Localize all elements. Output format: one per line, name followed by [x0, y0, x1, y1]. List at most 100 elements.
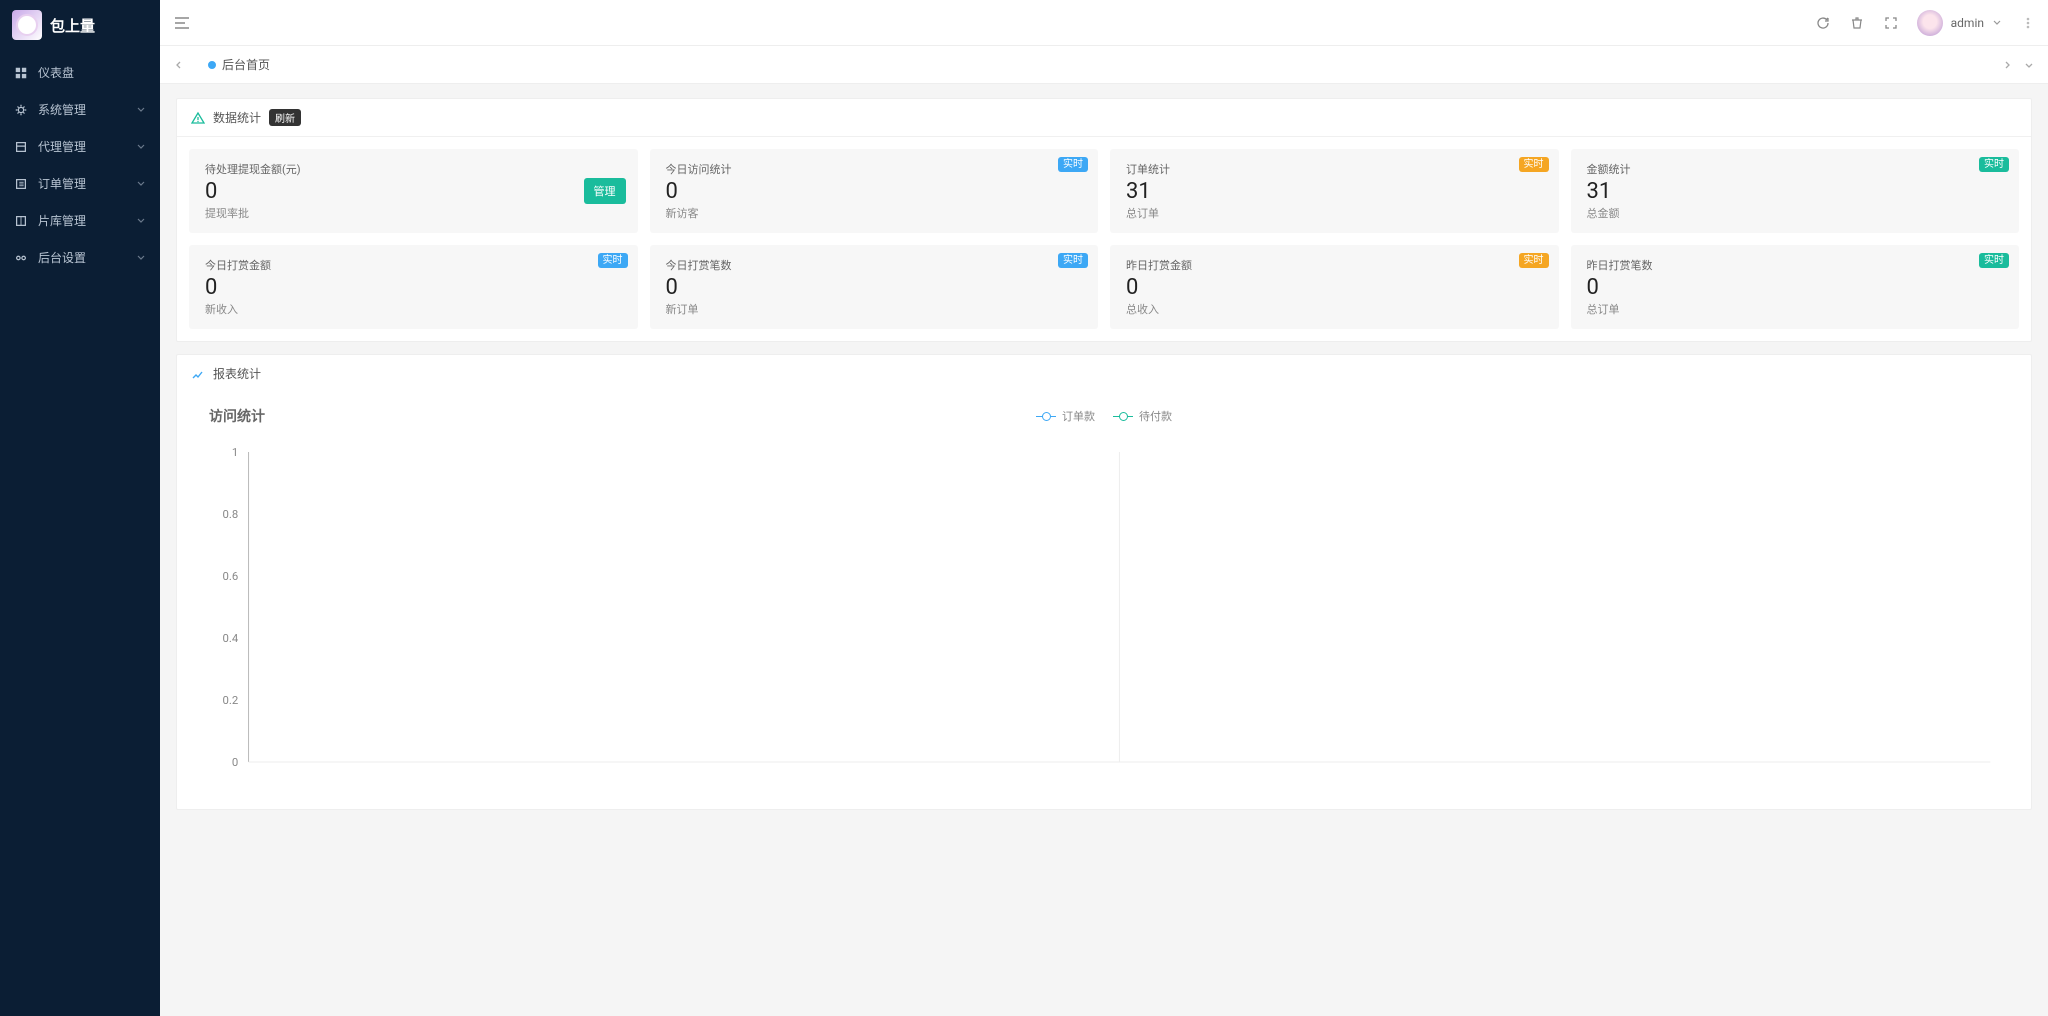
sidebar-item-system[interactable]: 系统管理 — [0, 91, 160, 128]
panel-title: 数据统计 — [213, 109, 261, 126]
tab-prev-icon[interactable] — [168, 54, 190, 76]
chart-title: 访问统计 — [193, 406, 265, 426]
refresh-button[interactable]: 刷新 — [269, 109, 301, 126]
sidebar-item-dashboard[interactable]: 仪表盘 — [0, 54, 160, 91]
legend-label: 待付款 — [1139, 408, 1172, 424]
chevron-down-icon — [1992, 16, 2002, 30]
list-icon — [14, 177, 28, 191]
stat-value: 0 — [1587, 275, 2004, 300]
box-icon — [14, 140, 28, 154]
chevron-down-icon — [136, 214, 146, 228]
cog-icon — [14, 251, 28, 265]
svg-text:0.6: 0.6 — [223, 570, 239, 583]
tab-bar: 后台首页 — [160, 46, 2048, 84]
legend-marker-icon — [1036, 411, 1056, 421]
trash-icon[interactable] — [1849, 15, 1865, 31]
dashboard-icon — [14, 66, 28, 80]
sidebar-item-order[interactable]: 订单管理 — [0, 165, 160, 202]
status-badge: 实时 — [598, 253, 628, 268]
svg-text:0.4: 0.4 — [223, 632, 239, 645]
sidebar-item-library[interactable]: 片库管理 — [0, 202, 160, 239]
legend-item-pending[interactable]: 待付款 — [1113, 408, 1172, 424]
stat-card: 今日打赏金额0新收入实时 — [189, 245, 638, 329]
stat-title: 今日打赏笔数 — [666, 257, 1083, 273]
panel-report: 报表统计 访问统计 订单款 待付款 00.20.40.60.81 — [176, 354, 2032, 810]
stat-value: 0 — [666, 179, 1083, 204]
chart-area: 00.20.40.60.81 — [177, 432, 2031, 809]
sidebar-item-settings[interactable]: 后台设置 — [0, 239, 160, 276]
tab-home[interactable]: 后台首页 — [198, 52, 280, 77]
manage-button[interactable]: 管理 — [584, 178, 626, 204]
stat-card: 昨日打赏金额 0总收入 实时 — [1110, 245, 1559, 329]
film-icon — [14, 214, 28, 228]
svg-text:1: 1 — [232, 446, 238, 459]
stat-card: 今日打赏笔数0新订单实时 — [650, 245, 1099, 329]
stat-card: 订单统计 31总订单 实时 — [1110, 149, 1559, 233]
fullscreen-icon[interactable] — [1883, 15, 1899, 31]
topbar: admin — [160, 0, 2048, 46]
legend-label: 订单款 — [1062, 408, 1095, 424]
panel-stats: 数据统计 刷新 待处理提现金额(元)0提现率批管理今日访问统计0新访客实时订单统… — [176, 98, 2032, 342]
stat-title: 昨日打赏金额 — [1126, 257, 1543, 273]
svg-text:0: 0 — [232, 756, 238, 769]
user-name: admin — [1951, 16, 1984, 30]
stat-value: 31 — [1126, 179, 1543, 204]
status-badge: 实时 — [1058, 157, 1088, 172]
svg-text:0.2: 0.2 — [223, 694, 239, 707]
sidebar-item-label: 片库管理 — [38, 212, 126, 229]
panel-title: 报表统计 — [213, 365, 261, 382]
stat-sub: 总订单 — [1587, 301, 2004, 317]
legend-item-orders[interactable]: 订单款 — [1036, 408, 1095, 424]
user-menu[interactable]: admin — [1917, 10, 2002, 36]
refresh-icon[interactable] — [1815, 15, 1831, 31]
sidebar-item-agent[interactable]: 代理管理 — [0, 128, 160, 165]
sidebar-item-label: 后台设置 — [38, 249, 126, 266]
logo[interactable]: 包上量 — [0, 0, 160, 50]
stat-sub: 新访客 — [666, 205, 1083, 221]
tab-dot-icon — [208, 61, 216, 69]
sidebar-item-label: 仪表盘 — [38, 64, 146, 81]
stat-sub: 提现率批 — [205, 205, 622, 221]
sidebar: 包上量 仪表盘 系统管理 代理管理 订单管理 — [0, 0, 160, 1016]
status-badge: 实时 — [1519, 253, 1549, 268]
status-badge: 实时 — [1979, 253, 2009, 268]
chevron-down-icon — [136, 251, 146, 265]
tab-next-icon[interactable] — [1996, 54, 2018, 76]
stats-grid: 待处理提现金额(元)0提现率批管理今日访问统计0新访客实时订单统计31总订单实时… — [189, 149, 2019, 329]
tab-dropdown-icon[interactable] — [2018, 54, 2040, 76]
chevron-down-icon — [136, 103, 146, 117]
stat-title: 昨日打赏笔数 — [1587, 257, 2004, 273]
nav: 仪表盘 系统管理 代理管理 订单管理 片库管理 — [0, 50, 160, 280]
stat-title: 订单统计 — [1126, 161, 1543, 177]
menu-toggle-icon[interactable] — [172, 13, 192, 33]
stat-title: 金额统计 — [1587, 161, 2004, 177]
stat-sub: 总收入 — [1126, 301, 1543, 317]
sidebar-item-label: 系统管理 — [38, 101, 126, 118]
stat-sub: 总金额 — [1587, 205, 2004, 221]
content: 数据统计 刷新 待处理提现金额(元)0提现率批管理今日访问统计0新访客实时订单统… — [160, 84, 2048, 1016]
stat-card: 今日访问统计 0新访客 实时 — [650, 149, 1099, 233]
stat-value: 0 — [666, 275, 1083, 300]
status-badge: 实时 — [1979, 157, 2009, 172]
stat-card: 待处理提现金额(元)0提现率批管理 — [189, 149, 638, 233]
download-icon[interactable] — [1997, 408, 2015, 424]
stat-value: 31 — [1587, 179, 2004, 204]
legend-marker-icon — [1113, 411, 1133, 421]
stat-sub: 新收入 — [205, 301, 622, 317]
tab-label: 后台首页 — [222, 56, 270, 73]
stat-title: 今日访问统计 — [666, 161, 1083, 177]
status-badge: 实时 — [1058, 253, 1088, 268]
chevron-down-icon — [136, 177, 146, 191]
gear-icon — [14, 103, 28, 117]
avatar — [1917, 10, 1943, 36]
chart-legend: 订单款 待付款 — [1036, 408, 1172, 424]
stat-title: 待处理提现金额(元) — [205, 161, 622, 177]
stat-value: 0 — [205, 275, 622, 300]
more-icon[interactable] — [2020, 15, 2036, 31]
status-badge: 实时 — [1519, 157, 1549, 172]
stat-value: 0 — [1126, 275, 1543, 300]
stat-sub: 总订单 — [1126, 205, 1543, 221]
sidebar-item-label: 代理管理 — [38, 138, 126, 155]
sidebar-item-label: 订单管理 — [38, 175, 126, 192]
main: admin 后台首页 数据统计 刷新 — [160, 0, 2048, 1016]
